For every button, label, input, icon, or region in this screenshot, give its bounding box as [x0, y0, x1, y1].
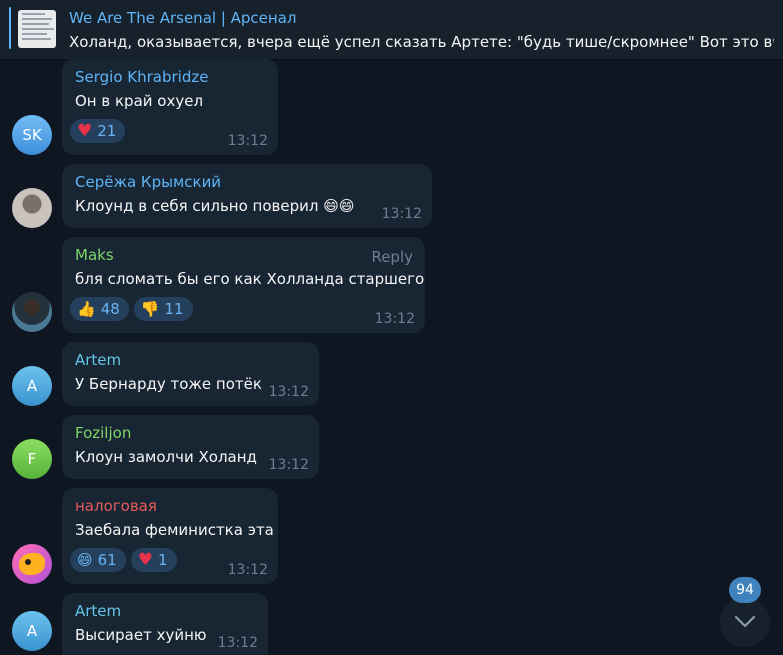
message-text: У Бернарду тоже потёк — [75, 375, 262, 393]
reactions: ♥ 21 — [70, 119, 126, 143]
unread-count-badge: 94 — [729, 577, 761, 603]
message-time: 13:12 — [374, 311, 415, 327]
message-time: 13:12 — [268, 384, 309, 400]
scroll-down-button[interactable] — [720, 597, 770, 647]
reaction-grin[interactable]: 😄 61 — [70, 548, 126, 572]
reaction-count: 48 — [100, 300, 120, 318]
avatar-initials: SK — [22, 126, 42, 144]
message-text: Клоун замолчи Холанд — [75, 448, 257, 466]
message-bubble[interactable]: Foziljon Клоун замолчи Холанд 13:12 — [62, 415, 319, 479]
message-text: бля сломать бы его как Холланда старшего — [75, 270, 425, 288]
pinned-thumbnail — [18, 10, 56, 48]
message-bubble[interactable]: Sergio Khrabridze Он в край охуел ♥ 21 13… — [62, 59, 278, 155]
heart-icon: ♥ — [77, 120, 93, 141]
reactions: 👍 48 👎 11 — [70, 297, 193, 321]
grin-icon: 😄 — [77, 551, 93, 569]
avatar-initials: F — [27, 450, 37, 468]
message-time: 13:12 — [268, 457, 309, 473]
message-bubble[interactable]: Maks Reply бля сломать бы его как Холлан… — [62, 237, 425, 333]
message-bubble[interactable]: налоговая Заебала феминистка эта 😄 61 ♥ 1 … — [62, 488, 278, 584]
heart-icon: ♥ — [137, 549, 153, 570]
reaction-thumbs-down[interactable]: 👎 11 — [133, 297, 193, 321]
message-bubble[interactable]: Artem Высирает хуйню 13:12 — [62, 593, 268, 655]
avatar[interactable] — [12, 292, 52, 332]
reaction-count: 1 — [157, 551, 168, 569]
avatar-initials: A — [26, 377, 38, 395]
message-bubble[interactable]: Серёжа Крымский Клоунд в себя сильно пов… — [62, 164, 432, 228]
sender-name[interactable]: налоговая — [75, 497, 157, 515]
message-time: 13:12 — [217, 635, 258, 651]
chevron-down-icon — [734, 615, 756, 628]
sender-name[interactable]: Sergio Khrabridze — [75, 68, 208, 86]
pinned-text: Холанд, оказывается, вчера ещё успел ска… — [69, 33, 774, 51]
reaction-count: 21 — [97, 122, 117, 140]
message-text: Заебала феминистка эта — [75, 521, 274, 539]
reaction-count: 61 — [97, 551, 117, 569]
avatar[interactable]: A — [12, 611, 52, 651]
message-text: Клоунд в себя сильно поверил 😄😄 — [75, 197, 355, 215]
sender-name[interactable]: Foziljon — [75, 424, 131, 442]
avatar-initials: A — [26, 622, 38, 640]
sender-name[interactable]: Artem — [75, 602, 121, 620]
reactions: 😄 61 ♥ 1 — [70, 548, 177, 572]
message-text: Он в край охуел — [75, 92, 204, 110]
avatar[interactable] — [12, 188, 52, 228]
reaction-heart[interactable]: ♥ 21 — [70, 119, 126, 143]
sender-name[interactable]: Maks — [75, 246, 114, 264]
pinned-message-bar[interactable]: We Are The Arsenal | Арсенал Холанд, ока… — [0, 0, 783, 60]
pinned-title: We Are The Arsenal | Арсенал — [69, 9, 297, 27]
pinned-accent-line — [9, 7, 11, 49]
thumbs-down-icon: 👎 — [140, 300, 160, 318]
message-time: 13:12 — [381, 206, 422, 222]
reaction-heart[interactable]: ♥ 1 — [130, 548, 177, 572]
reaction-count: 11 — [164, 300, 184, 318]
sender-name[interactable]: Серёжа Крымский — [75, 173, 221, 191]
reaction-thumbs-up[interactable]: 👍 48 — [70, 297, 129, 321]
reply-button[interactable]: Reply — [371, 248, 413, 266]
thumbs-up-icon: 👍 — [77, 300, 96, 318]
message-bubble[interactable]: Artem У Бернарду тоже потёк 13:12 — [62, 342, 319, 406]
message-time: 13:12 — [227, 562, 268, 578]
message-time: 13:12 — [227, 133, 268, 149]
sender-name[interactable]: Artem — [75, 351, 121, 369]
avatar[interactable]: A — [12, 366, 52, 406]
fish-icon — [19, 553, 45, 575]
avatar[interactable]: F — [12, 439, 52, 479]
message-text: Высирает хуйню — [75, 626, 207, 644]
avatar[interactable]: SK — [12, 115, 52, 155]
avatar[interactable] — [12, 544, 52, 584]
